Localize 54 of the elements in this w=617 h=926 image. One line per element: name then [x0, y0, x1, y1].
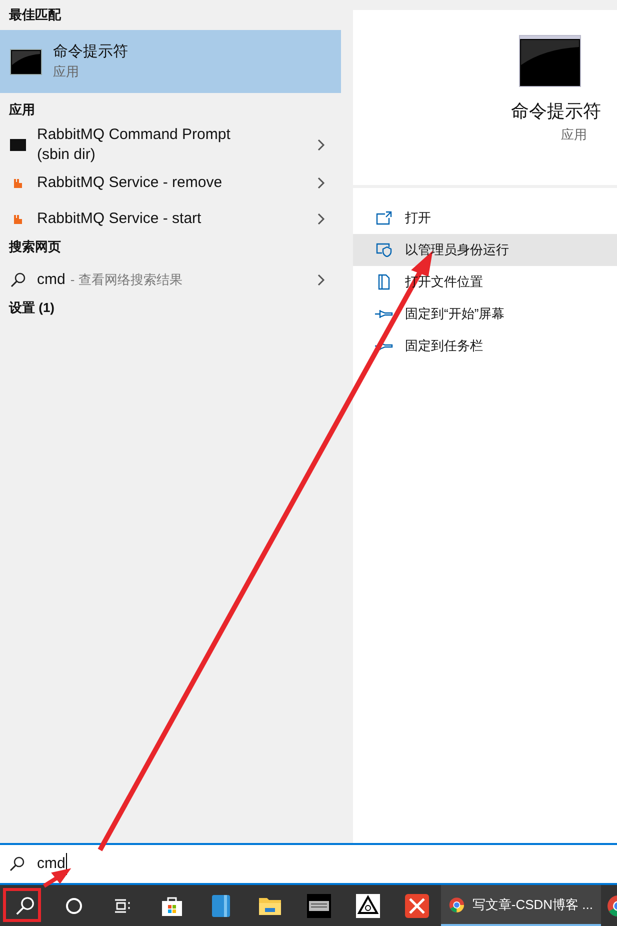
section-heading: 设置 (1) — [8, 299, 56, 317]
chevron-right-icon — [317, 177, 325, 189]
action-label: 固定到任务栏 — [405, 337, 483, 356]
section-heading: 最佳匹配 — [8, 6, 62, 24]
chevron-right-icon — [317, 213, 325, 225]
action-item[interactable]: 固定到任务栏 — [353, 330, 617, 362]
shield-icon — [376, 243, 392, 257]
result-title: cmd — [37, 270, 66, 290]
result-item[interactable]: RabbitMQ Service - start — [0, 201, 341, 237]
result-title: RabbitMQ Service - start — [37, 209, 202, 229]
highlight-frame — [3, 888, 41, 922]
open-window-icon — [376, 211, 392, 225]
document-icon — [378, 274, 390, 290]
action-label: 以管理员身份运行 — [405, 241, 509, 260]
result-item[interactable]: RabbitMQ Command Prompt (sbin dir) — [0, 125, 341, 165]
action-item[interactable]: 固定到“开始”屏幕 — [353, 298, 617, 330]
section-heading: 应用 — [8, 101, 36, 119]
app-type: 应用 — [561, 126, 587, 144]
terminal-icon — [10, 139, 26, 151]
chevron-right-icon — [317, 139, 325, 151]
action-item[interactable]: 以管理员身份运行 — [353, 234, 617, 266]
result-item[interactable]: cmd - 查看网络搜索结果 — [0, 262, 341, 298]
result-hint: - 查看网络搜索结果 — [70, 271, 182, 289]
taskbar-label: 写文章-CSDN博客 ... — [472, 896, 593, 914]
taskbar-button[interactable]: 写文章-CSDN博客 ... — [441, 885, 601, 926]
result-title: 命令提示符 — [53, 42, 129, 62]
result-item[interactable]: RabbitMQ Service - remove — [0, 165, 341, 201]
circle-icon — [64, 896, 82, 914]
terminal-icon — [10, 48, 42, 74]
notebook-icon — [210, 894, 230, 918]
task-view-icon — [114, 898, 132, 914]
result-title: RabbitMQ Command Prompt (sbin dir) — [37, 125, 232, 165]
result-type: 应用 — [53, 62, 80, 80]
action-label: 固定到“开始”屏幕 — [405, 305, 505, 324]
pin-icon — [375, 308, 393, 320]
rabbit-icon — [13, 214, 23, 224]
app-title: 命令提示符 — [511, 100, 601, 123]
search-icon — [14, 896, 34, 916]
keyboard-icon — [306, 894, 330, 918]
terminal-icon — [519, 35, 581, 87]
action-label: 打开 — [405, 209, 431, 228]
action-item[interactable]: 打开 — [353, 202, 617, 234]
section-heading: 搜索网页 — [8, 238, 62, 256]
folder-icon — [258, 896, 282, 916]
result-title: RabbitMQ Service - remove — [37, 173, 222, 193]
result-item[interactable]: 命令提示符 应用 — [0, 30, 341, 93]
search-field[interactable]: cmd — [0, 843, 617, 885]
rabbit-icon — [13, 178, 23, 188]
annotation-arrow — [42, 868, 72, 888]
search-icon — [10, 272, 26, 288]
shopping-bag-icon — [160, 894, 182, 916]
chevron-right-icon — [317, 274, 325, 286]
cross-app-icon — [404, 894, 428, 918]
search-icon — [9, 856, 25, 872]
